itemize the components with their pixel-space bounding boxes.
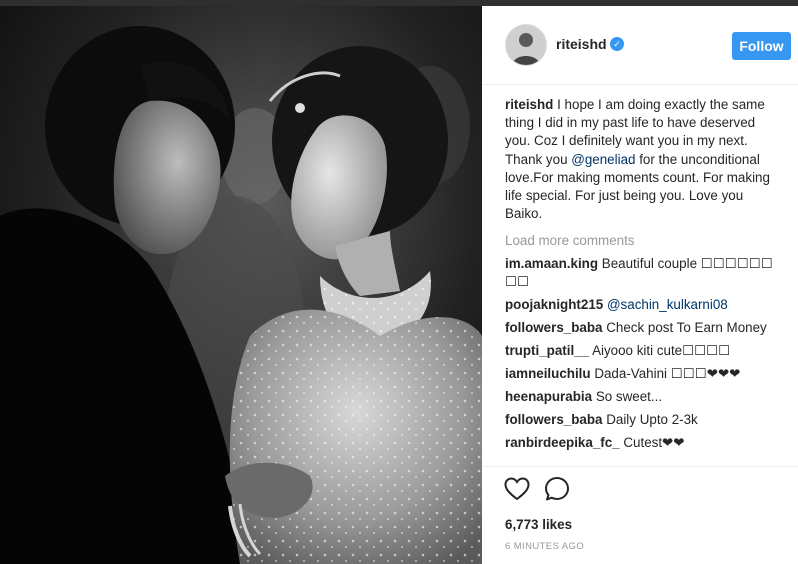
comment-text: Check post To Earn Money [606,320,767,336]
post-sidebar: riteishd ✓ Follow riteishd I hope I am d… [482,6,798,564]
comment-text: Daily Upto 2-3k [606,412,698,428]
heart-icon[interactable] [504,477,530,501]
caption-mention-link[interactable]: @geneliad [571,152,635,167]
likes-count[interactable]: 6,773 likes [505,517,572,532]
comment-item: poojaknight215 @sachin_kulkarni08 [505,296,777,314]
comment-text: Cutest❤❤ [623,435,685,451]
comment-user-link[interactable]: followers_baba [505,412,602,427]
avatar[interactable] [505,24,547,66]
avatar-image [506,25,546,65]
comment-item: heenapurabia So sweet... [505,388,777,406]
username-link[interactable]: riteishd [556,36,607,52]
verified-badge-icon: ✓ [610,37,624,51]
comment-user-link[interactable]: poojaknight215 [505,297,603,312]
comment-user-link[interactable]: heenapurabia [505,389,592,404]
comment-item: followers_baba Daily Upto 2-3k [505,411,777,429]
caption: riteishd I hope I am doing exactly the s… [505,96,777,223]
comment-item: trupti_patil__ Aiyooo kiti cute☐☐☐☐ [505,342,777,360]
follow-button[interactable]: Follow [732,32,791,60]
post-photo[interactable] [0,6,482,564]
comment-icon[interactable] [544,476,570,502]
comment-text: So sweet... [595,389,663,405]
comment-item: im.amaan.king Beautiful couple ☐☐☐☐☐☐ ☐☐ [505,255,777,291]
couple-photo-image [0,6,482,564]
comments-section: riteishd I hope I am doing exactly the s… [505,96,777,452]
comment-user-link[interactable]: ranbirdeepika_fc_ [505,435,620,450]
comment-text: Dada-Vahini ☐☐☐❤❤❤ [594,366,741,382]
caption-author-link[interactable]: riteishd [505,97,553,112]
comment-user-link[interactable]: iamneiluchilu [505,366,591,381]
comment-item: followers_baba Check post To Earn Money [505,319,777,337]
comment-user-link[interactable]: trupti_patil__ [505,343,589,358]
comment-user-link[interactable]: followers_baba [505,320,602,335]
comment-item: ranbirdeepika_fc_ Cutest❤❤ [505,434,777,452]
comment-text: Aiyooo kiti cute☐☐☐☐ [592,343,731,359]
comment-item: iamneiluchilu Dada-Vahini ☐☐☐❤❤❤ [505,365,777,383]
post-actions: 6,773 likes 6 MINUTES AGO [482,466,798,564]
comment-mention-link[interactable]: @sachin_kulkarni08 [607,297,728,312]
load-more-comments-link[interactable]: Load more comments [505,232,777,250]
post-header: riteishd ✓ Follow [482,6,798,85]
post-timestamp[interactable]: 6 MINUTES AGO [505,541,584,552]
comment-user-link[interactable]: im.amaan.king [505,256,598,271]
